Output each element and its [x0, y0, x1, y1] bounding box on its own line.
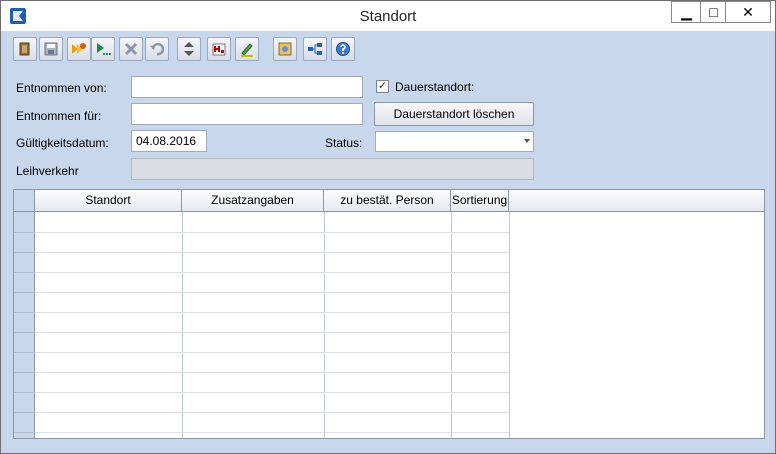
- toolbar: [9, 33, 767, 65]
- delete-icon: [124, 42, 138, 56]
- grid-column-divider: [509, 212, 510, 438]
- h-report-icon: [212, 43, 226, 56]
- chevron-down-icon: [524, 139, 530, 143]
- dauerstandort-label: Dauerstandort:: [395, 80, 475, 94]
- undo-icon: [150, 42, 165, 56]
- column-header-sortierung[interactable]: Sortierung: [451, 190, 509, 211]
- gueltigkeitsdatum-label: Gültigkeitsdatum:: [16, 136, 109, 150]
- column-header-standort[interactable]: Standort: [35, 190, 182, 211]
- column-header-zusatzangaben[interactable]: Zusatzangaben: [182, 190, 324, 211]
- row-header: [14, 252, 35, 253]
- move-up-down-button[interactable]: [177, 37, 201, 61]
- row-header: [14, 232, 35, 233]
- run-button[interactable]: [91, 37, 115, 61]
- hierarchy-icon: [308, 43, 322, 55]
- dauerstandort-loeschen-button[interactable]: Dauerstandort löschen: [374, 102, 534, 126]
- entnommen-fuer-field[interactable]: [131, 103, 363, 125]
- column-header-person[interactable]: zu bestät. Person: [324, 190, 451, 211]
- title-bar: Standort ▁ □ ✕: [1, 1, 775, 31]
- row-header: [14, 412, 35, 413]
- new-record-icon: [72, 43, 86, 54]
- map-button[interactable]: [273, 37, 297, 61]
- entnommen-fuer-label: Entnommen für:: [16, 109, 102, 123]
- maximize-icon: □: [709, 4, 718, 20]
- status-dropdown[interactable]: [375, 131, 534, 152]
- status-label: Status:: [325, 136, 363, 150]
- map-icon: [278, 42, 292, 56]
- location-form: Entnommen von: ✓ Dauerstandort: Entnomme…: [9, 67, 767, 187]
- help-button[interactable]: [331, 37, 355, 61]
- minimize-icon: ▁: [681, 4, 692, 20]
- table-row: [14, 272, 509, 273]
- undo-button[interactable]: [145, 37, 169, 61]
- row-header: [14, 432, 35, 433]
- standort-window: Standort ▁ □ ✕ Entnommen von: ✓ Dauersta…: [0, 0, 776, 454]
- delete-button[interactable]: [119, 37, 143, 61]
- report-button[interactable]: [207, 37, 231, 61]
- save-button[interactable]: [39, 37, 63, 61]
- entnommen-von-field[interactable]: [131, 76, 363, 98]
- table-row: [14, 432, 509, 433]
- maximize-button[interactable]: □: [700, 1, 726, 23]
- row-header: [14, 312, 35, 313]
- table-row: [14, 292, 509, 293]
- hierarchy-button[interactable]: [303, 37, 327, 61]
- table-row: [14, 412, 509, 413]
- table-row: [14, 312, 509, 313]
- row-header: [14, 292, 35, 293]
- grid-column-divider: [324, 212, 325, 438]
- exit-icon: [19, 42, 30, 56]
- new-record-button[interactable]: [67, 37, 91, 61]
- window-title: Standort: [359, 8, 417, 25]
- grid-header: Standort Zusatzangaben zu bestät. Person…: [14, 190, 764, 212]
- up-down-icon: [184, 42, 194, 56]
- table-row: [14, 332, 509, 333]
- row-header: [14, 332, 35, 333]
- row-header: [14, 392, 35, 393]
- row-header-column[interactable]: [14, 212, 35, 438]
- table-row: [14, 352, 509, 353]
- row-header: [14, 352, 35, 353]
- entnommen-von-label: Entnommen von:: [16, 81, 107, 95]
- leihverkehr-field: [131, 158, 534, 180]
- minimize-button[interactable]: ▁: [671, 1, 701, 23]
- edit-pen-icon: [241, 43, 253, 57]
- edit-button[interactable]: [235, 37, 259, 61]
- table-row: [14, 232, 509, 233]
- row-header: [14, 372, 35, 373]
- table-row: [14, 372, 509, 373]
- close-icon: ✕: [742, 4, 754, 20]
- close-button[interactable]: ✕: [725, 1, 771, 23]
- dauerstandort-checkbox[interactable]: ✓: [376, 80, 389, 93]
- help-icon: [336, 42, 350, 56]
- table-row: [14, 392, 509, 393]
- run-icon: [97, 43, 111, 55]
- grid-corner[interactable]: [14, 190, 35, 211]
- grid-column-divider: [451, 212, 452, 438]
- gueltigkeitsdatum-field[interactable]: 04.08.2016: [131, 130, 207, 152]
- leihverkehr-label: Leihverkehr: [16, 164, 79, 178]
- grid-column-divider: [182, 212, 183, 438]
- table-row: [14, 252, 509, 253]
- row-header: [14, 272, 35, 273]
- save-icon: [44, 42, 58, 56]
- standort-grid[interactable]: Standort Zusatzangaben zu bestät. Person…: [13, 189, 765, 439]
- exit-button[interactable]: [13, 37, 37, 61]
